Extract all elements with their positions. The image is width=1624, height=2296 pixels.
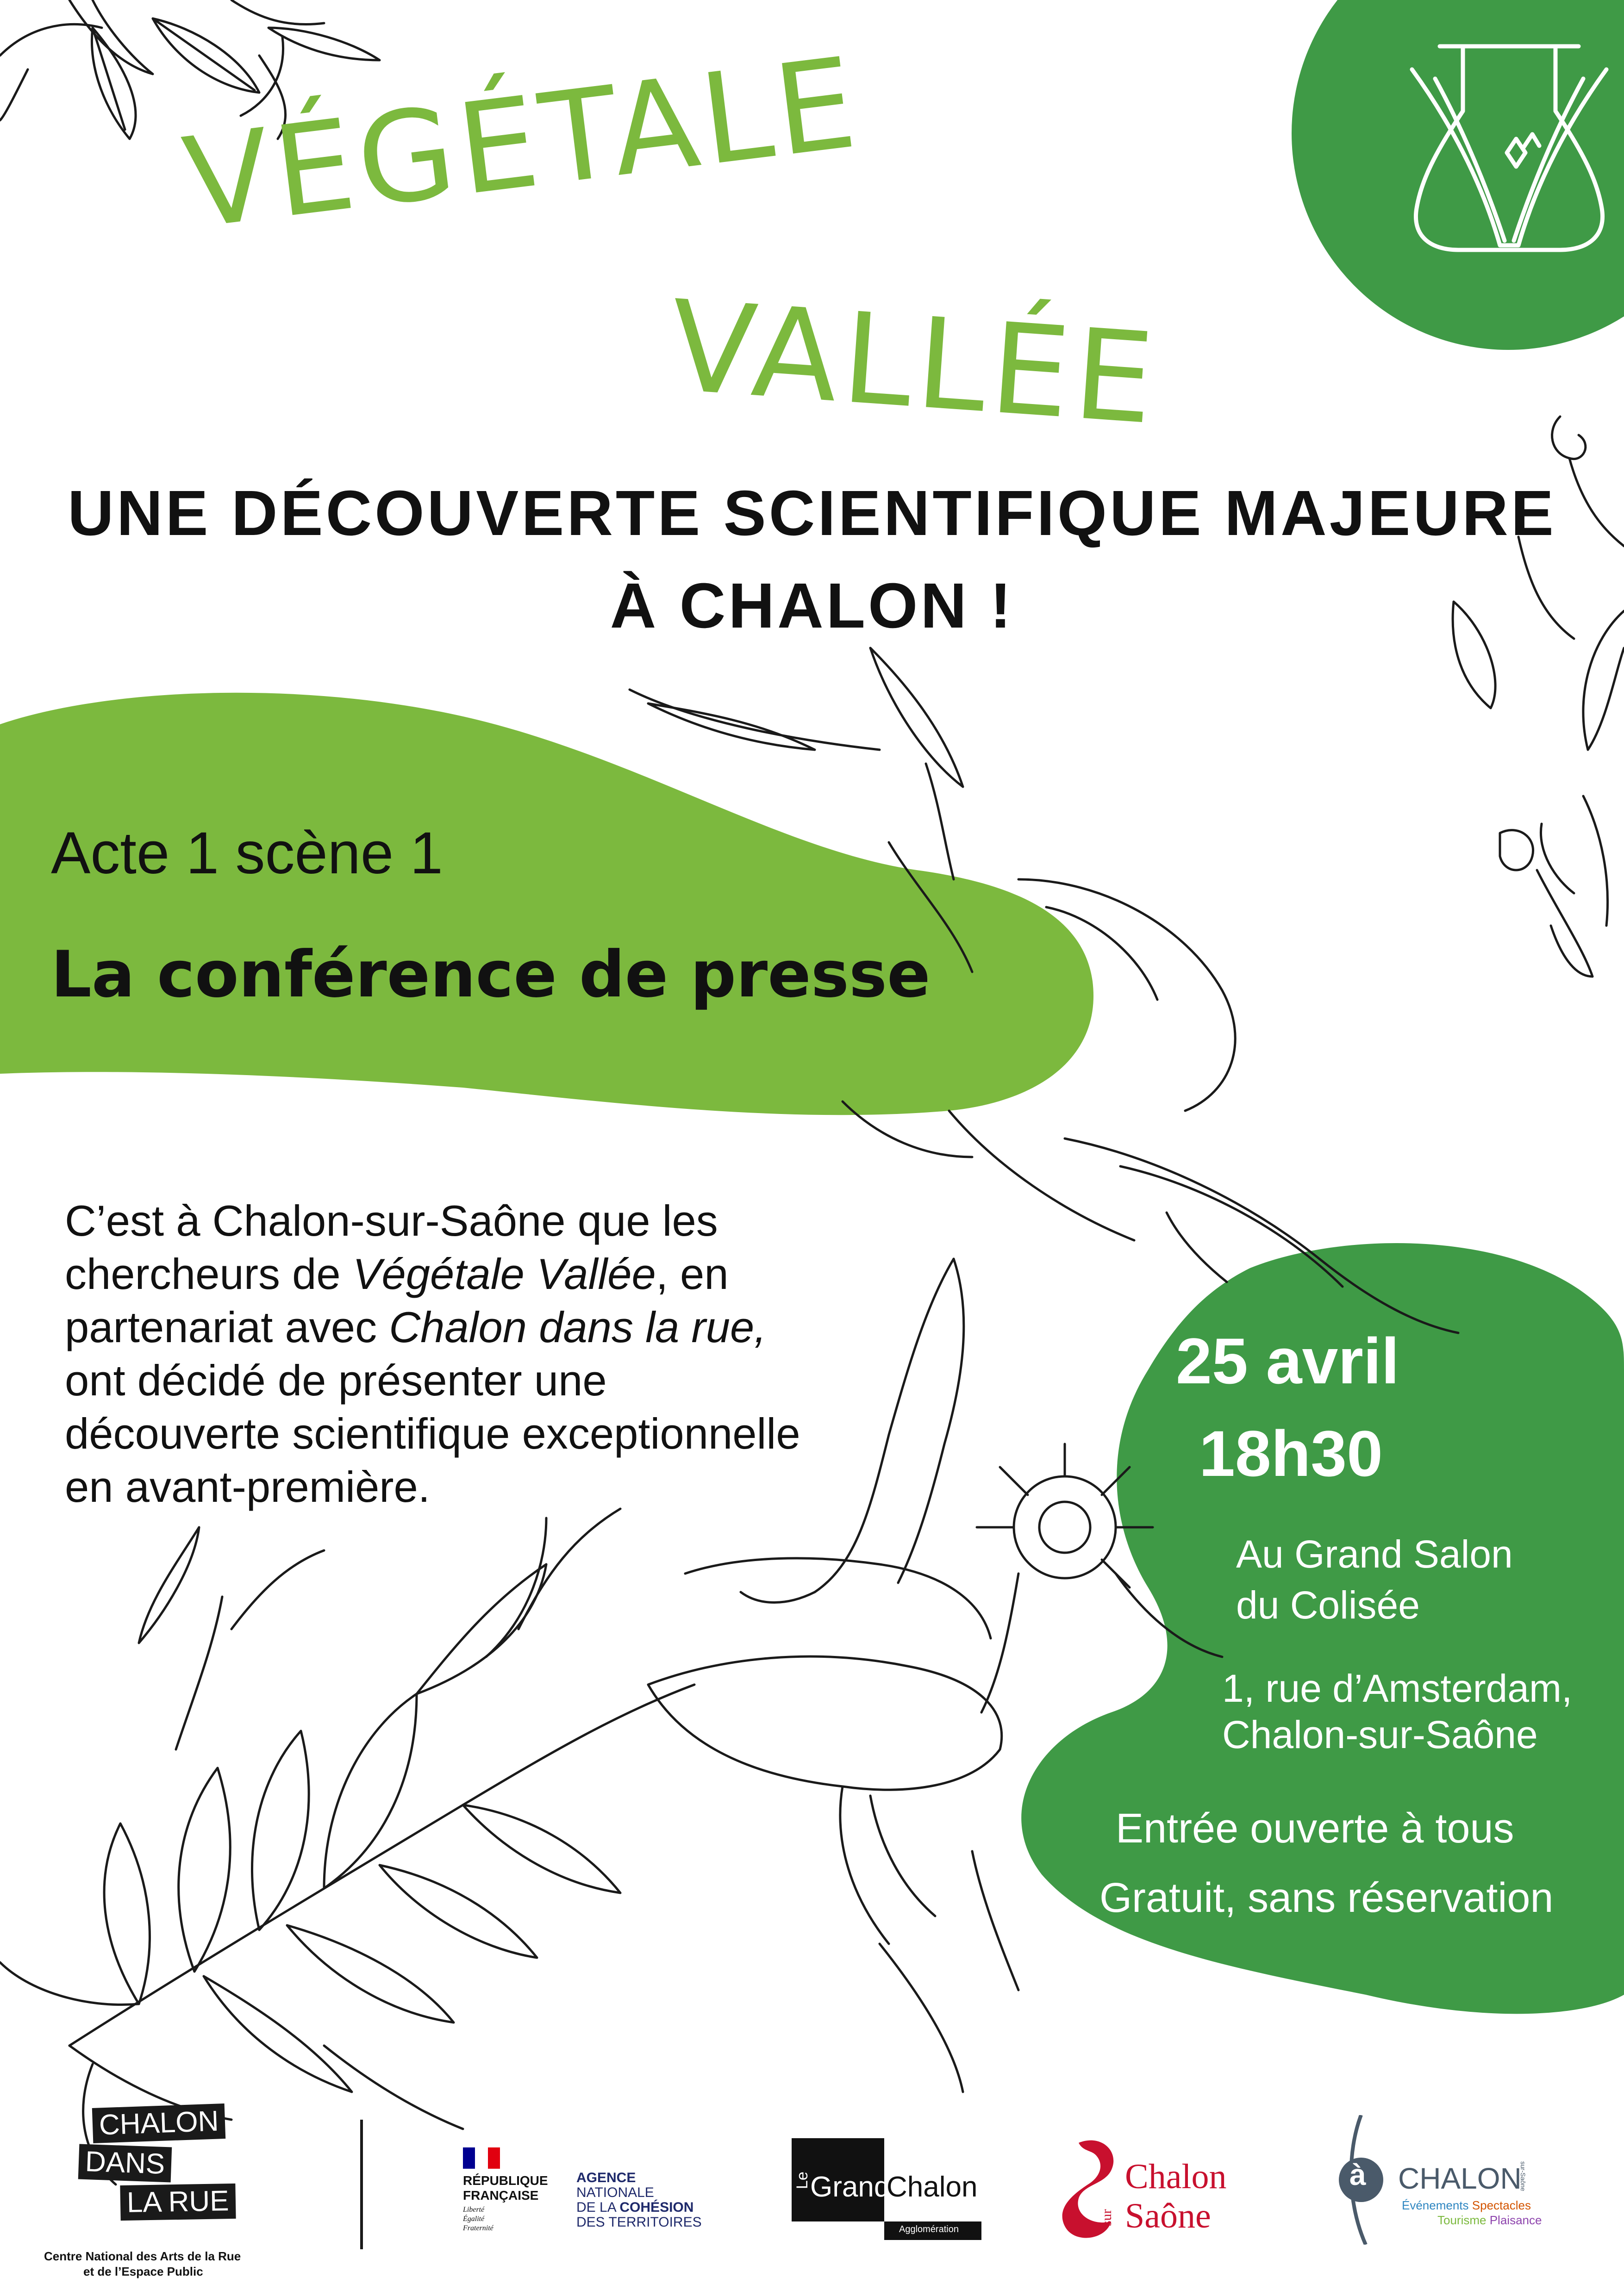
vegetale-vallee-flask-logo: [1410, 44, 1609, 252]
anct-line-2: NATIONALE: [576, 2185, 654, 2200]
cdlr-word-2: DANS: [78, 2144, 172, 2183]
grand-chalon-grand: Grand: [810, 2171, 890, 2203]
intro-paragraph: C’est à Chalon-sur-Saône que les cherche…: [65, 1194, 800, 1513]
grand-chalon-le: Le: [793, 2172, 811, 2189]
entry-info: Entrée ouverte à tous: [1116, 1805, 1514, 1852]
a-chalon-name: CHALON: [1398, 2162, 1522, 2195]
a-chalon-tagline: Événements Spectacles: [1402, 2198, 1531, 2212]
rf-line-1: RÉPUBLIQUE: [463, 2173, 548, 2188]
bottom-left-branch: [0, 1507, 696, 2186]
intro-line: découverte scientifique exceptionnelle: [65, 1409, 800, 1458]
grand-chalon-chalon: Chalon: [887, 2171, 978, 2203]
rf-motto-2: Égalité: [463, 2215, 485, 2223]
chalon-dans-la-rue-name: Chalon dans la rue,: [389, 1303, 767, 1351]
anct-line-3: DE LA COHÉSION: [576, 2200, 694, 2215]
anct-line-1: AGENCE: [576, 2170, 636, 2185]
css-word-1: Chalon: [1125, 2157, 1227, 2196]
cdlr-caption-2: et de l’Espace Public: [83, 2265, 203, 2278]
headline-line-2: À CHALON !: [610, 570, 1014, 641]
anct-line-4: DES TERRITOIRES: [576, 2215, 702, 2230]
venue-line-2: du Colisée: [1236, 1583, 1420, 1627]
intro-line: C’est à Chalon-sur-Saône que les: [65, 1196, 718, 1245]
css-sur: sur: [1099, 2209, 1114, 2226]
rf-motto-1: Liberté: [463, 2206, 485, 2214]
headline-line-1: UNE DÉCOUVERTE SCIENTIFIQUE MAJEURE: [68, 478, 1556, 549]
cdlr-word-1: CHALON: [92, 2103, 226, 2143]
rf-motto-3: Fraternité: [463, 2224, 493, 2232]
price-info: Gratuit, sans réservation: [1099, 1875, 1554, 1921]
a-chalon-side: sur-Saône: [1519, 2161, 1527, 2191]
address-line-2: Chalon-sur-Saône: [1222, 1713, 1538, 1756]
cdlr-word-3: LA RUE: [120, 2183, 236, 2221]
intro-line: ont décidé de présenter une: [65, 1356, 607, 1405]
a-chalon-a: à: [1349, 2158, 1366, 2191]
intro-line: en avant-première.: [65, 1462, 430, 1511]
event-time: 18h30: [1199, 1417, 1383, 1490]
marianne-icon: [463, 2147, 500, 2169]
a-chalon-logo: à CHALON sur-Saône Événements Spectacles…: [1329, 2115, 1569, 2249]
cdlr-caption-1: Centre National des Arts de la Rue: [44, 2249, 241, 2263]
republique-francaise-logo: RÉPUBLIQUE FRANÇAISE Liberté Égalité Fra…: [463, 2147, 574, 2245]
chalon-sur-saone-emblem-icon: [1062, 2140, 1114, 2238]
le-grand-chalon-logo: Le Grand Chalon Agglomération: [792, 2138, 986, 2245]
a-chalon-tagline-2: Tourisme Plaisance: [1437, 2213, 1542, 2227]
event-date: 25 avril: [1176, 1325, 1399, 1397]
grand-chalon-sub: Agglomération: [899, 2224, 959, 2234]
chalon-sur-saone-logo: Chalon sur Saône: [1060, 2134, 1268, 2249]
vegetale-vallee-name: Végétale Vallée: [352, 1250, 656, 1298]
anct-logo: AGENCE NATIONALE DE LA COHÉSION DES TERR…: [576, 2171, 711, 2245]
css-word-2: Saône: [1125, 2196, 1211, 2235]
intro-line: chercheurs de Végétale Vallée, en: [65, 1250, 729, 1298]
intro-line: partenariat avec Chalon dans la rue,: [65, 1303, 767, 1351]
act-scene: Acte 1 scène 1: [51, 820, 443, 886]
venue-line-1: Au Grand Salon: [1236, 1532, 1513, 1576]
address-line-1: 1, rue d’Amsterdam,: [1222, 1667, 1573, 1710]
rf-line-2: FRANÇAISE: [463, 2188, 539, 2203]
footer-divider: [360, 2120, 363, 2249]
chalon-dans-la-rue-logo: CHALON DANS LA RUE: [78, 2101, 282, 2235]
event-name: La conférence de presse: [51, 937, 931, 1012]
